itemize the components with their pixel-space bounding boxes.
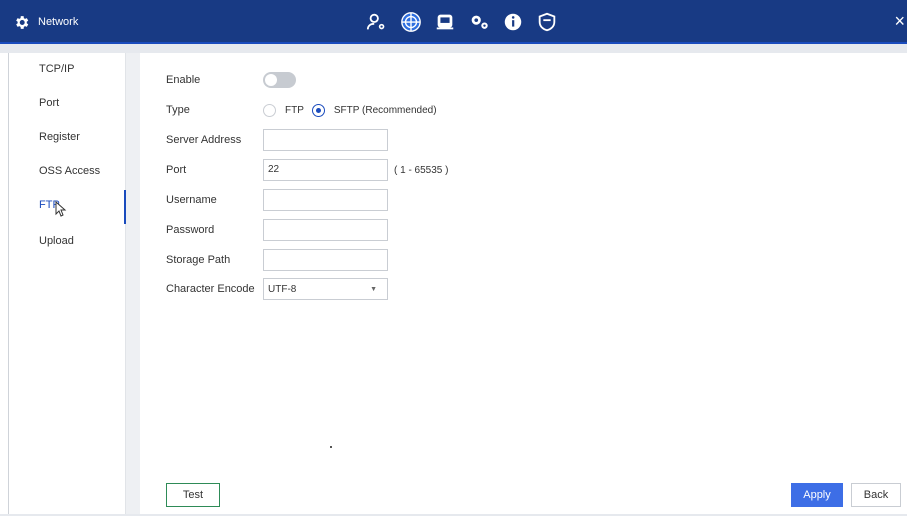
ftp-radio-label: FTP	[285, 104, 304, 116]
storage-path-row: Storage Path	[166, 248, 388, 272]
password-label: Password	[166, 224, 215, 236]
sidebar-item-upload[interactable]: Upload	[9, 226, 126, 256]
sftp-radio-label: SFTP (Recommended)	[333, 104, 437, 116]
ftp-settings-panel: Enable Type FTP SFTP (Recommended) Serve…	[140, 53, 907, 516]
apply-button[interactable]: Apply	[791, 483, 843, 507]
sidebar-item-register[interactable]: Register	[9, 122, 126, 152]
port-row: Port 22 ( 1 - 65535 )	[166, 158, 448, 182]
mouse-cursor-icon	[55, 201, 67, 217]
close-icon[interactable]: ×	[894, 12, 905, 30]
sidebar-item-oss-access[interactable]: OSS Access	[9, 156, 126, 186]
info-icon[interactable]	[496, 0, 530, 44]
content-gutter	[126, 53, 140, 516]
ftp-radio[interactable]	[263, 103, 276, 117]
header-divider	[0, 44, 907, 53]
test-button[interactable]: Test	[166, 483, 220, 507]
enable-row: Enable	[166, 68, 296, 92]
network-globe-icon[interactable]	[394, 0, 428, 44]
type-label: Type	[166, 104, 190, 116]
port-label: Port	[166, 164, 187, 176]
stray-dot	[330, 446, 332, 448]
page-title: Network	[38, 16, 79, 28]
character-encode-label: Character Encode	[166, 283, 255, 295]
top-header: Network ×	[0, 0, 907, 44]
storage-path-input[interactable]	[263, 249, 388, 271]
gear-icon	[16, 15, 29, 29]
type-row: Type FTP SFTP (Recommended)	[166, 98, 445, 122]
brand: Network	[13, 0, 78, 44]
system-settings-icon[interactable]	[462, 0, 496, 44]
sidebar-item-port[interactable]: Port	[9, 88, 126, 118]
password-row: Password	[166, 218, 388, 242]
server-address-row: Server Address	[166, 128, 388, 152]
server-address-label: Server Address	[166, 134, 242, 146]
enable-toggle[interactable]	[263, 72, 296, 88]
sftp-radio[interactable]	[311, 103, 325, 117]
toggle-knob	[265, 74, 277, 86]
module-nav	[360, 0, 564, 44]
port-range-hint: ( 1 - 65535 )	[394, 164, 449, 176]
character-encode-value: UTF-8	[268, 283, 297, 295]
user-settings-icon[interactable]	[360, 0, 394, 44]
sidebar-item-tcpip[interactable]: TCP/IP	[9, 54, 126, 84]
type-radio-group: FTP SFTP (Recommended)	[263, 103, 445, 117]
server-address-input[interactable]	[263, 129, 388, 151]
enable-label: Enable	[166, 74, 201, 86]
username-label: Username	[166, 194, 217, 206]
storage-path-label: Storage Path	[166, 254, 231, 266]
chevron-down-icon: ▼	[370, 285, 377, 293]
sidebar: TCP/IP Port Register OSS Access FTP Uplo…	[8, 53, 127, 516]
port-input[interactable]: 22	[263, 159, 388, 181]
username-input[interactable]	[263, 189, 388, 211]
username-row: Username	[166, 188, 388, 212]
character-encode-select[interactable]: UTF-8 ▼	[263, 278, 388, 300]
back-button[interactable]: Back	[851, 483, 901, 507]
sidebar-item-ftp[interactable]: FTP	[9, 190, 127, 224]
password-input[interactable]	[263, 219, 388, 241]
security-shield-icon[interactable]	[530, 0, 564, 44]
storage-icon[interactable]	[428, 0, 462, 44]
character-encode-row: Character Encode UTF-8 ▼	[166, 277, 388, 301]
